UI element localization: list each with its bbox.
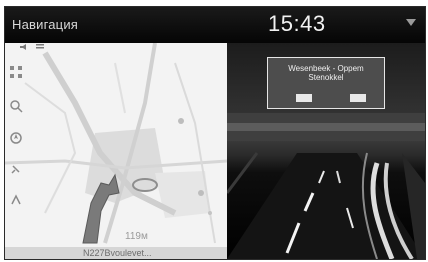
menu-icon[interactable] <box>35 43 45 51</box>
current-street: N227Bvoulevet... <box>83 248 152 258</box>
clock: 15:43 <box>268 11 326 36</box>
sign-line-2: Stenokkel <box>308 73 344 82</box>
screen-title: Навигация <box>12 17 79 32</box>
route-icon[interactable] <box>9 193 31 211</box>
map-view[interactable]: 119м N227Bvoulevet... <box>5 43 227 259</box>
direction-sign: Wesenbeek - Oppem Stenokkel <box>267 57 385 109</box>
grid-icon[interactable] <box>9 65 31 83</box>
lane-arrow-left-icon <box>296 94 312 102</box>
sign-line-1: Wesenbeek - Oppem <box>288 64 364 73</box>
lane-arrow-right-icon <box>350 94 366 102</box>
navigation-screen: Навигация 15:43 119м N227Bvoulevet... We… <box>4 6 426 260</box>
signal-icon <box>406 19 416 26</box>
poi-icon[interactable] <box>9 163 31 181</box>
distance-label: 119м <box>125 231 148 242</box>
camera-view: Wesenbeek - Oppem Stenokkel <box>227 43 425 259</box>
map-roads <box>5 43 227 259</box>
compass-icon[interactable] <box>9 131 31 149</box>
zoom-icon[interactable] <box>9 99 31 117</box>
volume-icon[interactable] <box>19 43 29 51</box>
top-bar: Навигация 15:43 <box>5 7 425 43</box>
